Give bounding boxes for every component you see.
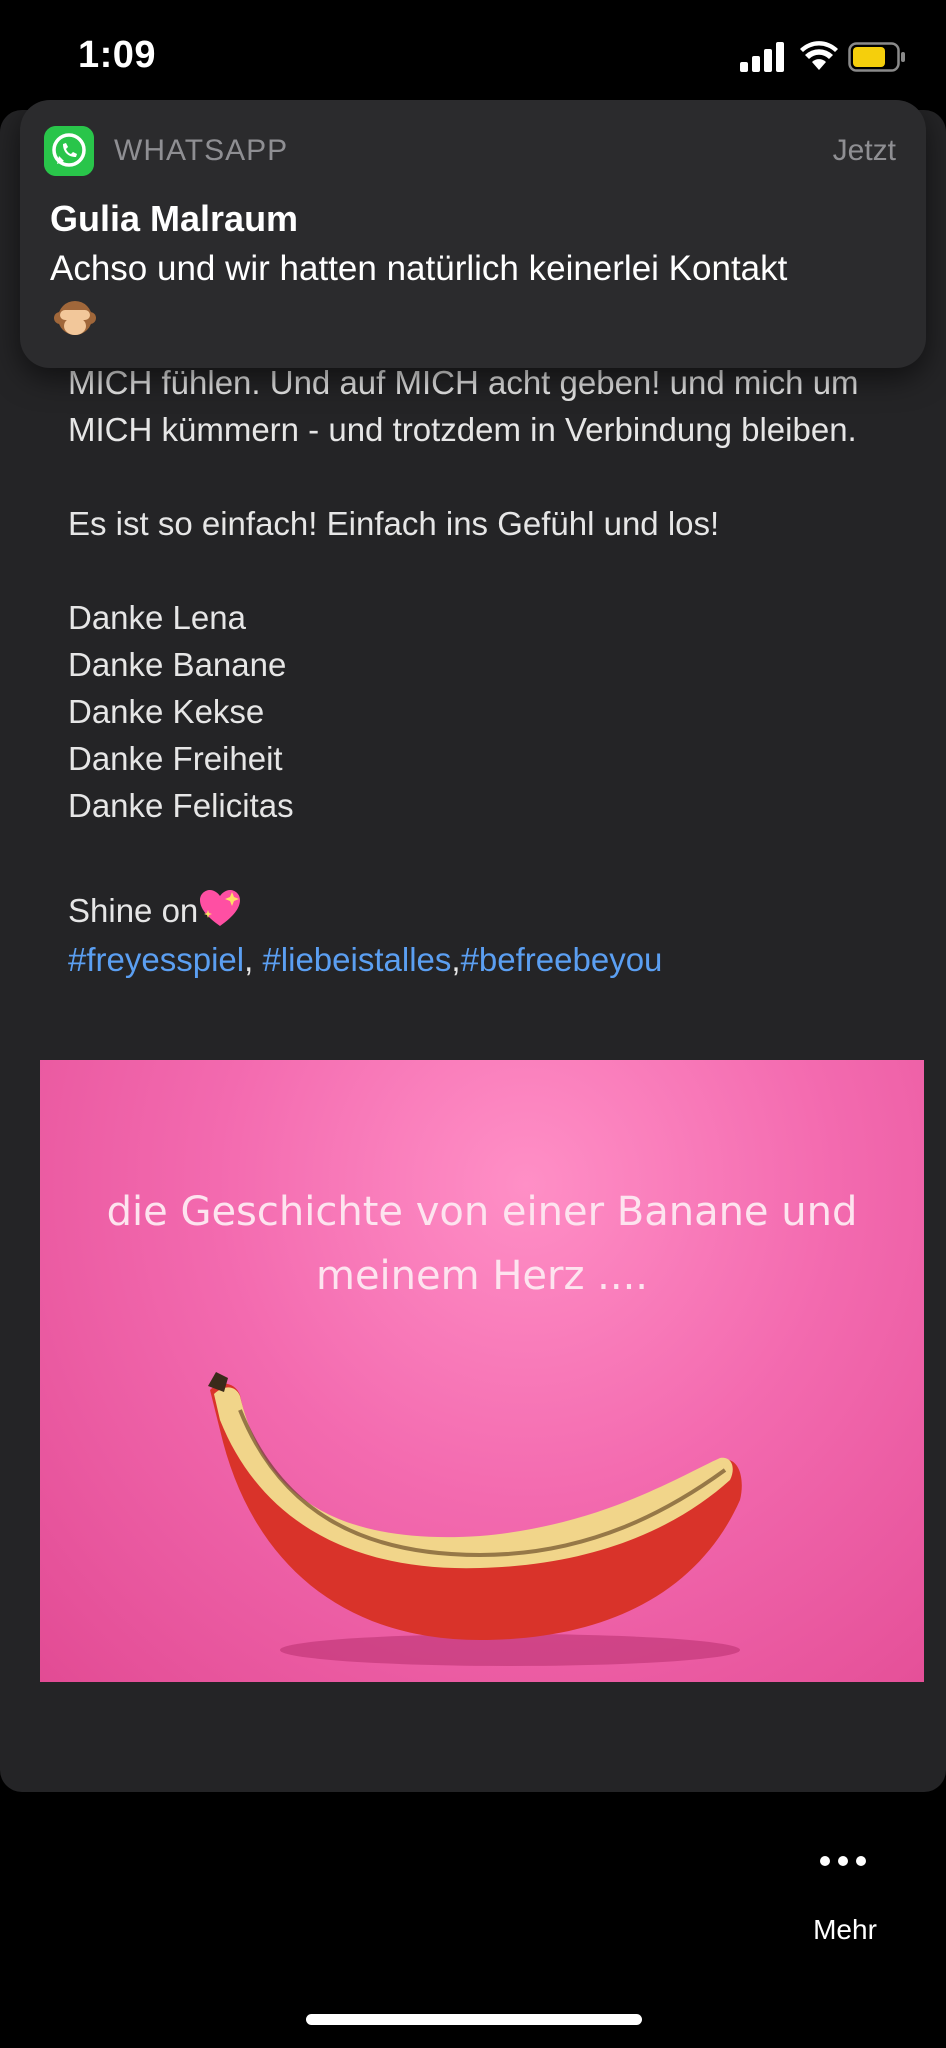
cellular-signal-icon xyxy=(740,42,784,72)
shine-line: Shine on xyxy=(68,886,888,936)
post-paragraph: Es ist so einfach! Einfach ins Gefühl un… xyxy=(68,505,720,542)
hashtag-link[interactable]: #befreebeyou xyxy=(461,941,663,978)
more-icon[interactable] xyxy=(818,1854,868,1868)
hashtag-link[interactable]: #liebeistalles xyxy=(262,941,451,978)
wifi-icon xyxy=(800,41,838,70)
image-caption-line: die Geschichte von einer Banane und xyxy=(106,1189,858,1235)
status-time: 1:09 xyxy=(78,34,157,76)
hashtag-separator: , xyxy=(244,941,263,978)
thanks-line: Danke Felicitas xyxy=(68,787,294,824)
notification-app-name: WHATSAPP xyxy=(114,134,289,167)
shine-text: Shine on xyxy=(68,892,199,929)
hashtags: #freyesspiel, #liebeistalles,#befreebeyo… xyxy=(68,936,888,983)
hashtag-link[interactable]: #freyesspiel xyxy=(68,941,244,978)
battery-icon xyxy=(848,42,905,72)
post-text: Begeisterung macht sich breit, ich brauc… xyxy=(68,265,888,983)
status-bar: 1:09 xyxy=(0,0,946,110)
image-caption: die Geschichte von einer Banane und mein… xyxy=(40,1180,924,1308)
more-button-label[interactable]: Mehr xyxy=(790,1914,900,1946)
hashtag-separator: , xyxy=(451,941,461,978)
thanks-line: Danke Freiheit xyxy=(68,740,283,777)
home-indicator[interactable] xyxy=(306,2014,642,2025)
post-image[interactable]: die Geschichte von einer Banane und mein… xyxy=(40,1060,924,1682)
see-no-evil-monkey-icon xyxy=(54,301,96,335)
sparkling-heart-icon xyxy=(200,890,241,926)
thanks-line: Danke Banane xyxy=(68,646,287,683)
image-caption-line: meinem Herz .... xyxy=(315,1253,649,1299)
thanks-line: Danke Lena xyxy=(68,599,246,636)
whatsapp-icon xyxy=(44,126,94,176)
notification-sender: Gulia Malraum xyxy=(50,198,299,239)
thanks-line: Danke Kekse xyxy=(68,693,265,730)
banana-illustration xyxy=(208,1372,742,1666)
whatsapp-notification[interactable]: WHATSAPP Jetzt Gulia Malraum Achso und w… xyxy=(20,100,926,368)
notification-time: Jetzt xyxy=(832,134,896,167)
notification-message: Achso und wir hatten natürlich keinerlei… xyxy=(50,249,788,288)
